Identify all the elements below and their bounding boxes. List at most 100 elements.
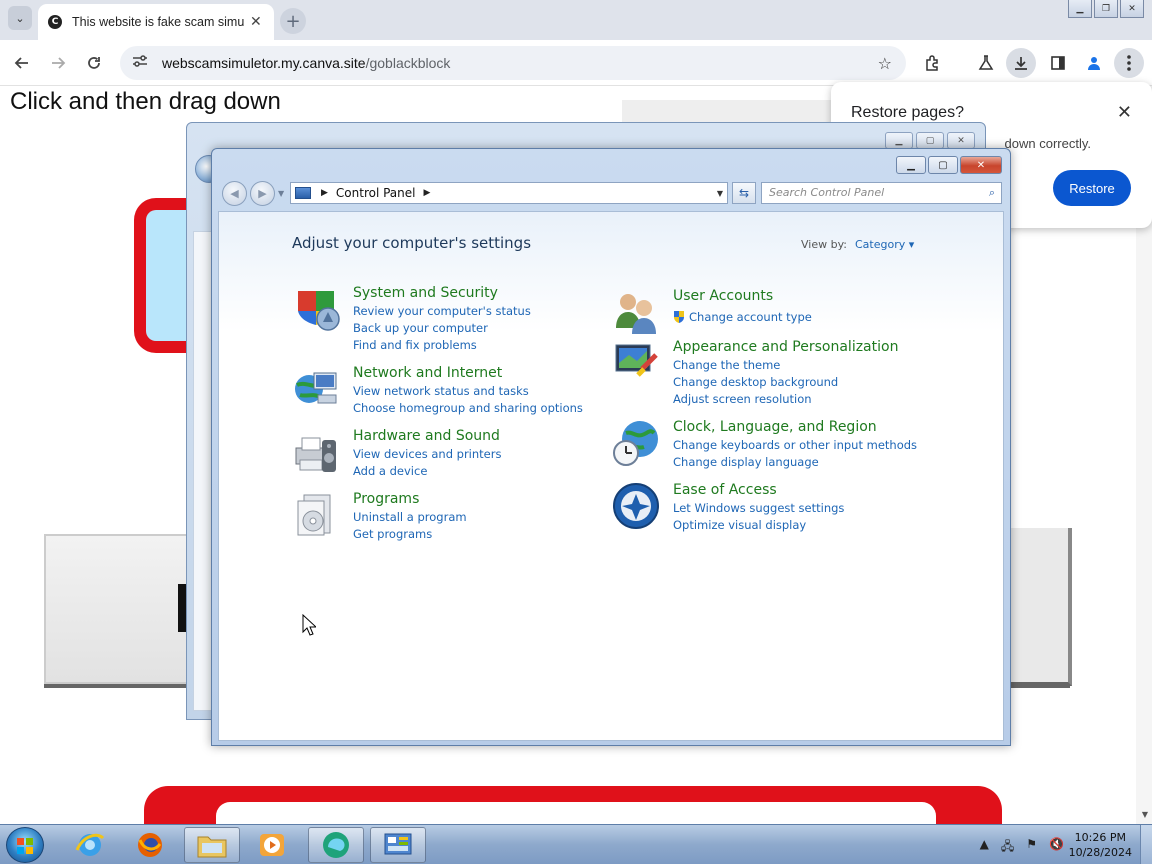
- view-by-dropdown[interactable]: Category ▾: [855, 238, 914, 251]
- start-button[interactable]: [6, 827, 44, 863]
- category-link[interactable]: Review your computer's status: [353, 304, 531, 318]
- taskbar-clock[interactable]: 10:26 PM 10/28/2024: [1069, 830, 1132, 860]
- search-icon[interactable]: ⌕: [989, 186, 995, 200]
- bg-maximize-button[interactable]: ▢: [916, 132, 944, 149]
- browser-toolbar: webscamsimuletor.my.canva.site/goblackbl…: [0, 40, 1152, 86]
- breadcrumb-separator-icon[interactable]: ▶: [424, 188, 431, 198]
- labs-flask-icon[interactable]: [974, 51, 998, 75]
- browser-tab[interactable]: C This website is fake scam simu ✕: [38, 4, 274, 40]
- show-desktop-button[interactable]: [1140, 825, 1152, 864]
- restore-button[interactable]: Restore: [1053, 170, 1131, 206]
- browser-tabstrip: ⌄ C This website is fake scam simu ✕ + ▁…: [0, 0, 1152, 40]
- category-title[interactable]: System and Security: [353, 285, 498, 301]
- show-hidden-icons-icon[interactable]: ▲: [980, 837, 989, 858]
- globe-clock-icon: [613, 421, 658, 466]
- background-grey-panel-edge: [1010, 528, 1072, 686]
- shield-icon: [298, 291, 340, 331]
- monitor-icon: [615, 344, 658, 377]
- printer-icon: [295, 437, 336, 472]
- kebab-menu-icon[interactable]: [1114, 48, 1144, 78]
- cp-back-icon[interactable]: ◀: [222, 181, 247, 206]
- category-link[interactable]: Change display language: [673, 455, 819, 469]
- url-path: /goblackblock: [365, 55, 451, 71]
- view-by-label: View by:: [801, 238, 847, 251]
- taskbar-firefox[interactable]: [122, 827, 178, 863]
- category-title[interactable]: Appearance and Personalization: [673, 339, 898, 355]
- category-title[interactable]: User Accounts: [673, 288, 773, 304]
- download-icon[interactable]: [1006, 48, 1036, 78]
- category-link[interactable]: Change desktop background: [673, 375, 838, 389]
- new-tab-button[interactable]: +: [280, 8, 306, 34]
- category-link[interactable]: Uninstall a program: [353, 510, 467, 524]
- category-link[interactable]: Let Windows suggest settings: [673, 501, 844, 515]
- address-bar[interactable]: webscamsimuletor.my.canva.site/goblackbl…: [120, 46, 906, 80]
- category-link[interactable]: Change account type: [689, 310, 812, 324]
- mouse-cursor-icon: [302, 614, 316, 636]
- close-window-button[interactable]: ✕: [1120, 0, 1144, 18]
- profile-icon[interactable]: [1082, 51, 1106, 75]
- forward-arrow-icon[interactable]: [46, 51, 70, 75]
- system-tray: ▲ 🖧 ⚑ 🔇: [980, 837, 1064, 858]
- cp-forward-icon[interactable]: ▶: [250, 181, 275, 206]
- background-window-controls: ▁ ▢ ✕: [885, 132, 975, 149]
- minimize-button[interactable]: ▁: [1068, 0, 1092, 18]
- cp-maximize-button[interactable]: ▢: [928, 156, 958, 174]
- cp-minimize-button[interactable]: ▁: [896, 156, 926, 174]
- browser-window-controls: ▁ ❐ ✕: [1068, 0, 1144, 18]
- volume-muted-icon[interactable]: 🔇: [1049, 837, 1064, 858]
- category-link[interactable]: View devices and printers: [353, 447, 501, 461]
- taskbar-media-player[interactable]: [244, 827, 300, 863]
- reload-icon[interactable]: [82, 51, 106, 75]
- cp-history-dropdown-icon[interactable]: ▼: [278, 189, 284, 198]
- network-tray-icon[interactable]: 🖧: [1001, 837, 1014, 858]
- category-link[interactable]: Find and fix problems: [353, 338, 477, 352]
- cp-close-button[interactable]: ✕: [960, 156, 1002, 174]
- category-link[interactable]: Add a device: [353, 464, 427, 478]
- bg-minimize-button[interactable]: ▁: [885, 132, 913, 149]
- url-text: webscamsimuletor.my.canva.site/goblackbl…: [162, 55, 450, 71]
- extensions-icon[interactable]: [920, 51, 944, 75]
- cp-address-bar[interactable]: ▶ Control Panel ▶ ▼: [290, 182, 728, 204]
- bookmark-star-icon[interactable]: ☆: [878, 54, 892, 73]
- breadcrumb-control-panel[interactable]: Control Panel: [336, 186, 416, 200]
- cp-heading: Adjust your computer's settings: [292, 234, 532, 252]
- category-title[interactable]: Clock, Language, and Region: [673, 419, 877, 435]
- taskbar-explorer[interactable]: [184, 827, 240, 863]
- restore-button[interactable]: ❐: [1094, 0, 1118, 18]
- control-panel-window: ▁ ▢ ✕ ◀ ▶ ▼ ▶ Control Panel ▶ ▼ ⇆ Search…: [211, 148, 1011, 746]
- back-arrow-icon[interactable]: [10, 51, 34, 75]
- taskbar-control-panel[interactable]: [370, 827, 426, 863]
- category-title[interactable]: Hardware and Sound: [353, 428, 500, 444]
- tab-search-button[interactable]: ⌄: [8, 6, 32, 30]
- category-link[interactable]: Change the theme: [673, 358, 780, 372]
- category-link[interactable]: Back up your computer: [353, 321, 488, 335]
- bg-close-button[interactable]: ✕: [947, 132, 975, 149]
- internet-explorer-icon: [75, 833, 105, 856]
- category-link[interactable]: Change keyboards or other input methods: [673, 438, 917, 452]
- category-title[interactable]: Network and Internet: [353, 365, 502, 381]
- folder-icon: [197, 836, 227, 858]
- category-title[interactable]: Ease of Access: [673, 482, 777, 498]
- tab-title: This website is fake scam simu: [72, 15, 244, 29]
- category-title[interactable]: Programs: [353, 491, 419, 507]
- breadcrumb-separator-icon[interactable]: ▶: [321, 188, 328, 198]
- action-center-flag-icon[interactable]: ⚑: [1026, 837, 1037, 858]
- tab-close-icon[interactable]: ✕: [250, 14, 262, 30]
- cp-refresh-icon[interactable]: ⇆: [732, 182, 756, 204]
- side-panel-icon[interactable]: [1046, 51, 1070, 75]
- taskbar-edge-browser[interactable]: [308, 827, 364, 863]
- network-icon: [295, 372, 337, 404]
- browser-app-icon: [323, 832, 349, 858]
- category-link[interactable]: Adjust screen resolution: [673, 392, 812, 406]
- category-link[interactable]: Get programs: [353, 527, 432, 541]
- category-link[interactable]: Choose homegroup and sharing options: [353, 401, 583, 415]
- taskbar-ie[interactable]: [62, 827, 118, 863]
- address-dropdown-icon[interactable]: ▼: [717, 189, 723, 198]
- restore-close-icon[interactable]: ✕: [1117, 102, 1132, 123]
- category-link[interactable]: Optimize visual display: [673, 518, 806, 532]
- site-info-icon[interactable]: [132, 54, 148, 72]
- scroll-down-arrow-icon[interactable]: ▼: [1142, 810, 1148, 819]
- windows-logo-icon: [17, 838, 33, 854]
- cp-search-input[interactable]: Search Control Panel ⌕: [761, 182, 1002, 204]
- category-link[interactable]: View network status and tasks: [353, 384, 529, 398]
